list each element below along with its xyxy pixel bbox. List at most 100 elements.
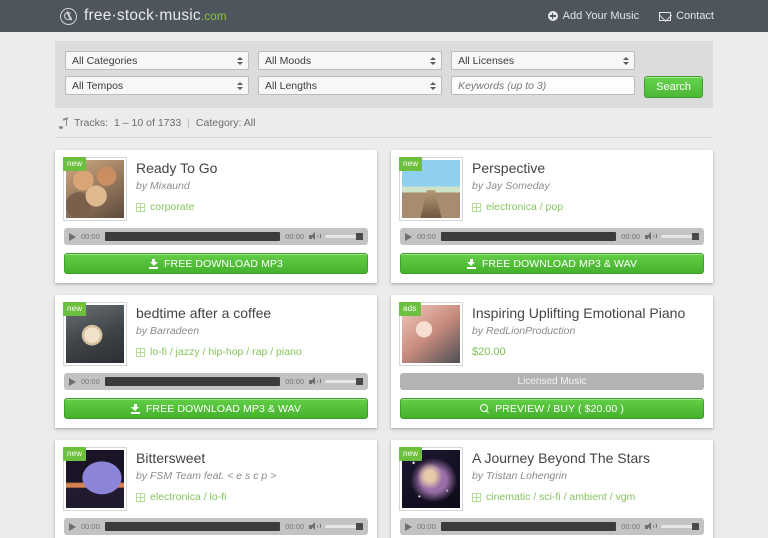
track-title[interactable]: bedtime after a coffee [136,305,302,321]
track-title[interactable]: Perspective [472,160,563,176]
player-duration: 00:00 [285,232,304,241]
player-elapsed: 00:00 [81,232,100,241]
search-button[interactable]: Search [644,76,703,98]
site-logo[interactable]: free·stock·music.com [60,7,227,25]
volume-slider[interactable] [325,377,363,386]
preview-buy-button[interactable]: PREVIEW / BUY ( $20.00 ) [400,398,704,419]
chevron-updown-icon [430,56,437,65]
search-icon [480,404,489,413]
track-genres-label: electronica / pop [486,201,564,214]
track-genres[interactable]: lo-fi / jazzy / hip-hop / rap / piano [136,346,302,358]
audio-player: 00:00 00:00 [64,518,368,535]
header-nav: Add Your Music Contact [547,10,714,22]
player-progress-bar[interactable] [440,522,617,531]
search-filter-panel: All Categories All Moods All Licenses Al… [55,41,713,108]
player-progress-bar[interactable] [104,377,281,386]
play-icon[interactable] [69,232,76,241]
player-elapsed: 00:00 [81,522,100,531]
track-card-top: new Ready To Go by Mixaund corporate [63,157,368,220]
filter-licenses[interactable]: All Licenses [451,51,636,70]
track-card: new Bittersweet by FSM Team feat. < e s … [55,440,377,538]
track-thumbnail-wrap[interactable]: new [63,157,126,220]
logo-text: free·stock·music.com [84,7,227,25]
nav-add-your-music-label: Add Your Music [562,10,640,22]
track-artist: by Barradeen [136,325,200,338]
filter-tempos[interactable]: All Tempos [65,76,250,95]
play-icon[interactable] [405,522,412,531]
nav-add-your-music[interactable]: Add Your Music [547,10,640,22]
player-progress-bar[interactable] [104,232,281,241]
logo-text-main: free·stock·music [84,7,201,24]
track-title[interactable]: Inspiring Uplifting Emotional Piano [472,305,685,321]
track-thumbnail-wrap[interactable]: new [399,447,462,510]
player-elapsed: 00:00 [417,522,436,531]
volume-slider[interactable] [661,232,699,241]
keywords-input[interactable] [451,76,636,95]
track-meta: bedtime after a coffee by Barradeen lo-f… [136,303,302,365]
free-download-button[interactable]: FREE DOWNLOAD MP3 & WAV [64,398,368,419]
track-genres[interactable]: electronica / pop [472,201,563,213]
speaker-icon[interactable] [645,232,657,241]
track-card-sponsored: ads Inspiring Uplifting Emotional Piano … [391,295,713,428]
music-note-icon [59,117,68,129]
logo-text-domain: .com [200,11,227,23]
download-icon [466,258,476,269]
nav-contact[interactable]: Contact [659,10,714,22]
track-thumbnail-wrap[interactable]: new [63,302,126,365]
chevron-updown-icon [430,81,437,90]
track-meta: Ready To Go by Mixaund corporate [136,158,217,220]
filter-panel-spacer [644,51,703,70]
track-genres[interactable]: electronica / lo-fi [136,491,276,503]
track-card: new Perspective by Jay Someday electroni… [391,150,713,283]
free-download-button[interactable]: FREE DOWNLOAD MP3 [64,253,368,274]
status-badge: new [63,302,87,316]
track-genres[interactable]: corporate [136,201,217,213]
filter-categories[interactable]: All Categories [65,51,250,70]
plus-square-icon [472,492,481,502]
play-icon[interactable] [69,377,76,386]
speaker-icon[interactable] [645,522,657,531]
track-thumbnail-wrap[interactable]: ads [399,302,462,365]
track-genres-label: lo-fi / jazzy / hip-hop / rap / piano [150,346,302,359]
free-download-button-label: FREE DOWNLOAD MP3 [164,257,283,270]
track-title[interactable]: Ready To Go [136,160,217,176]
track-card-top: new bedtime after a coffee by Barradeen … [63,302,368,365]
chevron-updown-icon [237,56,244,65]
player-progress-bar[interactable] [104,522,281,531]
player-duration: 00:00 [285,522,304,531]
player-progress-bar[interactable] [440,232,617,241]
status-badge: ads [399,302,421,316]
track-genres[interactable]: cinematic / sci-fi / ambient / vgm [472,491,650,503]
volume-slider[interactable] [661,522,699,531]
filter-moods[interactable]: All Moods [258,51,443,70]
track-grid: new Ready To Go by Mixaund corporate 00:… [55,138,713,538]
filter-licenses-value: All Licenses [458,54,515,67]
track-card-top: new Perspective by Jay Someday electroni… [399,157,704,220]
preview-buy-button-label: PREVIEW / BUY ( $20.00 ) [495,402,624,415]
audio-player: 00:00 00:00 [64,373,368,390]
filter-lengths[interactable]: All Lengths [258,76,443,95]
plus-circle-icon [547,11,558,21]
track-artist: by Jay Someday [472,180,550,193]
volume-slider[interactable] [325,522,363,531]
track-thumbnail-wrap[interactable]: new [399,157,462,220]
licensed-music-bar: Licensed Music [400,373,704,390]
track-price: $20.00 [472,346,506,359]
status-badge: new [63,447,87,461]
free-download-button[interactable]: FREE DOWNLOAD MP3 & WAV [400,253,704,274]
speaker-icon[interactable] [309,377,321,386]
track-title[interactable]: Bittersweet [136,450,276,466]
free-download-button-label: FREE DOWNLOAD MP3 & WAV [481,257,638,270]
speaker-icon[interactable] [309,232,321,241]
track-title[interactable]: A Journey Beyond The Stars [472,450,650,466]
track-artist: by RedLionProduction [472,325,576,338]
volume-slider[interactable] [325,232,363,241]
speaker-icon[interactable] [309,522,321,531]
play-icon[interactable] [405,232,412,241]
track-thumbnail-wrap[interactable]: new [63,447,126,510]
track-genres-label: electronica / lo-fi [150,491,227,504]
download-icon [130,403,140,414]
track-meta: Inspiring Uplifting Emotional Piano by R… [472,303,685,365]
play-icon[interactable] [69,522,76,531]
track-artist: by FSM Team feat. < e s c p > [136,470,277,483]
